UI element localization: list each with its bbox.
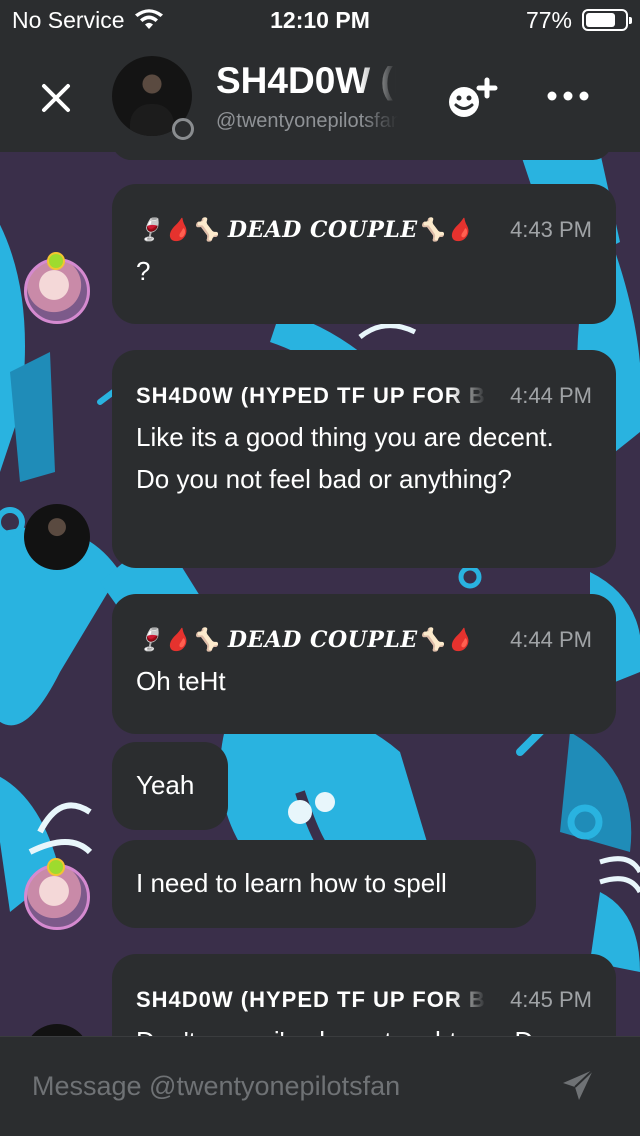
wifi-icon — [135, 9, 164, 29]
send-button[interactable] — [560, 1067, 596, 1103]
status-bar: No Service 12:10 PM 77% — [0, 0, 640, 40]
message-time: 4:43 PM — [510, 217, 592, 242]
message-bubble[interactable]: SH4D0W (HYPED TF UP FOR BANDITO) 4:45 PM… — [112, 954, 616, 1036]
close-button[interactable] — [36, 78, 76, 118]
message-bubble[interactable]: SH4D0W (HYPED TF UP FOR BANDITO) 4:44 PM… — [112, 350, 616, 568]
header-handle[interactable]: @twentyonepilotsfan — [216, 110, 398, 133]
presence-indicator — [172, 118, 194, 140]
crown-badge — [47, 252, 65, 270]
message-sender[interactable]: SH4D0W (HYPED TF UP FOR BANDITO) — [136, 383, 486, 409]
crown-badge — [47, 858, 65, 876]
message-text: Like its a good thing you are decent. Do… — [136, 422, 554, 494]
message-bubble[interactable]: 🍷🩸🦴 𝑫𝑬𝑨𝑫 𝑪𝑶𝑼𝑷𝑳𝑬🦴🩸 4:44 PM Oh teHt — [112, 594, 616, 734]
message-text: Oh teHt — [136, 666, 226, 696]
message-bubble[interactable]: Yeah — [112, 742, 228, 830]
send-icon — [563, 1069, 594, 1100]
carrier-label: No Service — [12, 6, 125, 33]
avatar[interactable] — [24, 504, 90, 570]
battery-fill — [586, 13, 616, 27]
more-options-button[interactable] — [546, 86, 590, 106]
header-username[interactable]: SH4D0W (HYPED TF UP FOR BANDITO) — [216, 60, 396, 102]
message-list[interactable]: 🍷🩸🦴 𝑫𝑬𝑨𝑫 𝑪𝑶𝑼𝑷𝑳𝑬🦴🩸 4:43 PM ? SH4D0W (HYPE… — [0, 152, 640, 1036]
message-sender[interactable]: 🍷🩸🦴 𝑫𝑬𝑨𝑫 𝑪𝑶𝑼𝑷𝑳𝑬🦴🩸 — [136, 217, 473, 243]
message-bubble-partial — [112, 152, 612, 160]
message-time: 4:44 PM — [510, 627, 592, 652]
status-left: No Service — [12, 7, 164, 34]
message-text: ? — [136, 256, 151, 286]
message-sender[interactable]: 🍷🩸🦴 𝑫𝑬𝑨𝑫 𝑪𝑶𝑼𝑷𝑳𝑬🦴🩸 — [136, 627, 473, 653]
add-friend-button[interactable] — [444, 76, 500, 124]
message-time: 4:45 PM — [510, 987, 592, 1012]
message-bubble[interactable]: I need to learn how to spell — [112, 840, 536, 928]
message-bubble[interactable]: 🍷🩸🦴 𝑫𝑬𝑨𝑫 𝑪𝑶𝑼𝑷𝑳𝑬🦴🩸 4:43 PM ? — [112, 184, 616, 324]
message-input[interactable] — [32, 1063, 532, 1109]
more-icon — [547, 91, 589, 101]
add-friend-icon — [449, 77, 498, 117]
battery-percent: 77% — [525, 6, 572, 33]
message-sender[interactable]: SH4D0W (HYPED TF UP FOR BANDITO) — [136, 987, 486, 1013]
message-text: I need to learn how to spell — [136, 868, 447, 898]
status-right: 77% — [525, 6, 632, 34]
chat-header: SH4D0W (HYPED TF UP FOR BANDITO) @twenty… — [0, 40, 640, 152]
battery-icon — [582, 9, 632, 31]
message-time: 4:44 PM — [510, 383, 592, 408]
close-icon — [42, 84, 70, 112]
message-text: Don't worry i've been taught one D... — [136, 1020, 592, 1036]
composer-bar — [0, 1036, 640, 1136]
message-text: Yeah — [136, 770, 195, 800]
